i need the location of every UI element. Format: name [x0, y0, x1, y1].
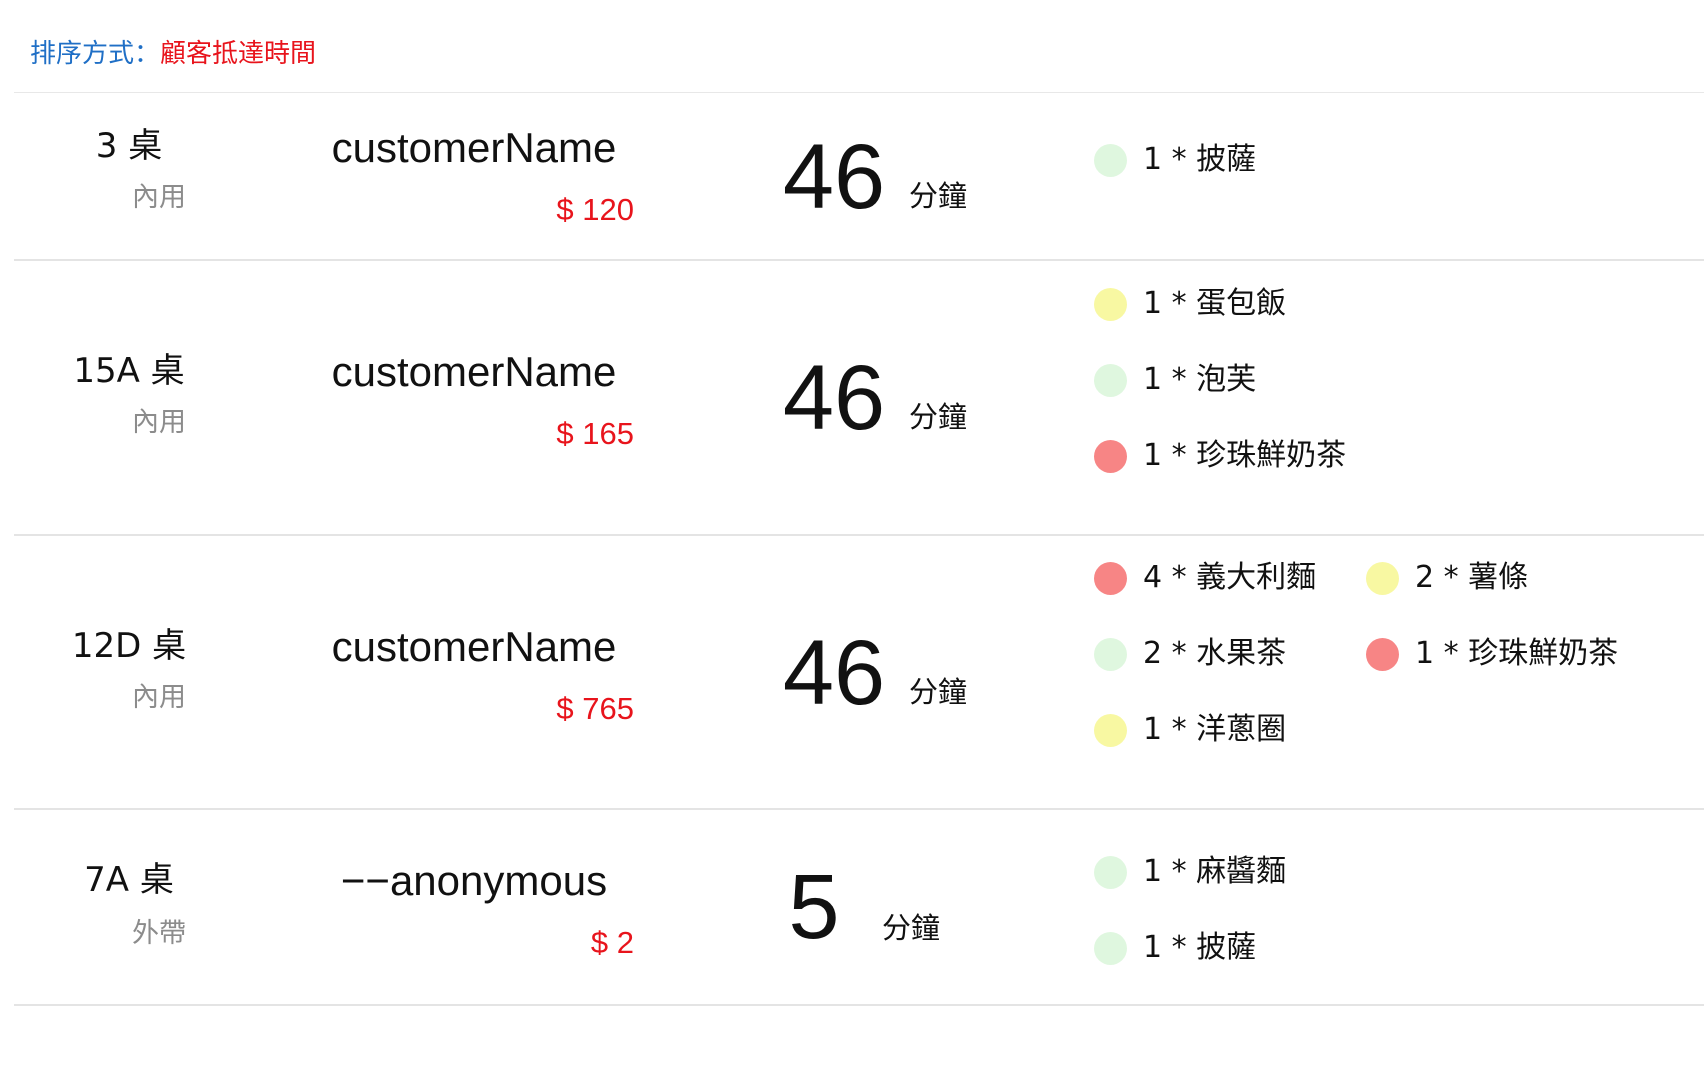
- sort-value-arrival-time[interactable]: 顧客抵達時間: [160, 39, 316, 69]
- status-dot: [1094, 439, 1127, 473]
- order-item[interactable]: 1 * 珍珠鮮奶茶: [1094, 436, 1346, 476]
- status-dot: [1094, 713, 1127, 747]
- status-dot: [1094, 637, 1127, 671]
- item-text: 1 * 珍珠鮮奶茶: [1415, 636, 1619, 671]
- order-total: $ 765: [556, 691, 634, 726]
- item-text: 1 * 珍珠鮮奶茶: [1143, 438, 1347, 473]
- item-text: 1 * 蛋包飯: [1143, 286, 1287, 321]
- order-item[interactable]: 1 * 洋蔥圈: [1094, 710, 1286, 750]
- dine-type: 內用: [132, 182, 186, 213]
- customer-name: customerName: [331, 348, 617, 395]
- minutes-unit: 分鐘: [882, 911, 941, 945]
- dine-type: 內用: [132, 407, 186, 438]
- customer-name: customerName: [331, 623, 617, 670]
- sort-bar: 排序方式：顧客抵達時間: [30, 36, 316, 72]
- item-text: 2 * 水果茶: [1143, 636, 1287, 671]
- customer-name: −−anonymous: [340, 857, 608, 904]
- item-text: 2 * 薯條: [1415, 560, 1529, 595]
- table-number: 15A 桌: [73, 351, 185, 391]
- order-row[interactable]: 7A 桌 外帶 −−anonymous $ 2 5 分鐘 1 * 麻醬麵 1 *…: [14, 810, 1704, 1004]
- order-item[interactable]: 1 * 披薩: [1094, 140, 1256, 180]
- order-item[interactable]: 2 * 薯條: [1366, 558, 1528, 598]
- minutes-unit: 分鐘: [909, 400, 968, 434]
- minutes-unit: 分鐘: [909, 675, 968, 709]
- order-total: $ 2: [590, 925, 634, 960]
- status-dot: [1094, 287, 1127, 321]
- order-item[interactable]: 4 * 義大利麵: [1094, 558, 1316, 598]
- status-dot: [1094, 561, 1127, 595]
- item-text: 1 * 披薩: [1143, 930, 1257, 965]
- sort-label: 排序方式：: [30, 39, 161, 69]
- order-item[interactable]: 1 * 珍珠鮮奶茶: [1366, 634, 1618, 674]
- item-text: 1 * 麻醬麵: [1143, 854, 1287, 889]
- status-dot: [1366, 561, 1399, 595]
- table-number: 7A 桌: [84, 860, 174, 900]
- item-text: 4 * 義大利麵: [1143, 560, 1317, 595]
- table-number: 3 桌: [95, 126, 163, 166]
- dine-type: 內用: [132, 682, 186, 713]
- dine-type: 外帶: [132, 918, 186, 949]
- status-dot: [1094, 855, 1127, 889]
- order-row[interactable]: 12D 桌 內用 customerName $ 765 46 分鐘 4 * 義大…: [14, 536, 1704, 808]
- order-row[interactable]: 3 桌 內用 customerName $ 120 46 分鐘 1 * 披薩: [14, 93, 1704, 259]
- order-item[interactable]: 1 * 麻醬麵: [1094, 852, 1286, 892]
- item-text: 1 * 洋蔥圈: [1143, 712, 1287, 747]
- order-item[interactable]: 1 * 蛋包飯: [1094, 284, 1286, 324]
- order-row[interactable]: 15A 桌 內用 customerName $ 165 46 分鐘 1 * 蛋包…: [14, 261, 1704, 534]
- minutes-unit: 分鐘: [909, 179, 968, 213]
- status-dot: [1094, 931, 1127, 965]
- item-text: 1 * 泡芙: [1143, 362, 1257, 397]
- table-number: 12D 桌: [71, 626, 187, 666]
- order-total: $ 120: [556, 192, 634, 227]
- customer-name: customerName: [331, 124, 617, 171]
- order-total: $ 165: [556, 416, 634, 451]
- status-dot: [1094, 363, 1127, 397]
- order-item[interactable]: 1 * 披薩: [1094, 928, 1256, 968]
- status-dot: [1094, 143, 1127, 177]
- row-divider: [14, 1004, 1704, 1006]
- item-text: 1 * 披薩: [1143, 142, 1257, 177]
- order-item[interactable]: 1 * 泡芙: [1094, 360, 1256, 400]
- status-dot: [1366, 637, 1399, 671]
- order-item[interactable]: 2 * 水果茶: [1094, 634, 1286, 674]
